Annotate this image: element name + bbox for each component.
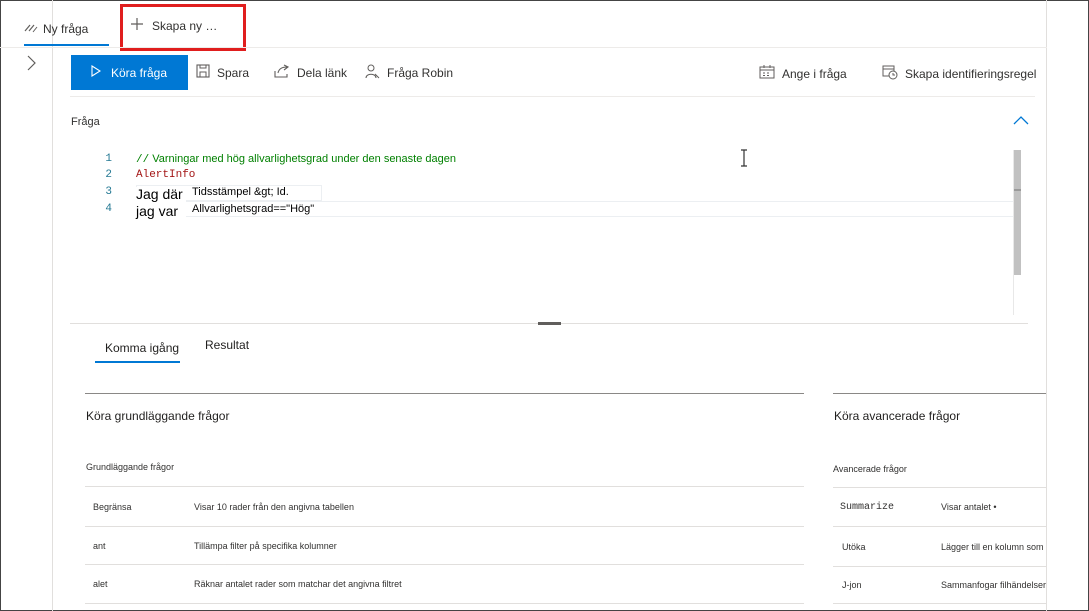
advanced-query-row[interactable]: J-jon Sammanfogar filhändelser och	[833, 566, 1046, 604]
person-icon	[365, 64, 380, 82]
advanced-queries-subtitle: Avancerade frågor	[833, 464, 907, 474]
text-cursor-icon	[739, 149, 749, 172]
advanced-query-op: Utöka	[842, 541, 866, 552]
advanced-query-row[interactable]: Utöka Lägger till en kolumn som cc	[833, 526, 1046, 566]
save-button[interactable]: Spara	[196, 55, 249, 90]
tab-new-query-label: Ny fråga	[43, 22, 89, 36]
code-line-comment[interactable]: // Varningar med hög allvarlighetsgrad u…	[136, 153, 456, 166]
tab-new-query[interactable]: Ny fråga	[24, 14, 88, 44]
basic-query-row[interactable]: alet Räknar antalet rader som matchar de…	[85, 564, 804, 604]
schedule-query-label: Ange i fråga	[782, 66, 847, 81]
advanced-query-desc: Visar antalet •	[941, 502, 997, 512]
plus-icon	[130, 17, 144, 34]
basic-query-desc: Räknar antalet rader som matchar det ang…	[194, 579, 402, 589]
editor-scrollbar-thumb[interactable]	[1014, 150, 1021, 275]
advanced-query-desc: Lägger till en kolumn som cc	[941, 541, 1046, 552]
create-new-tab-button[interactable]: Skapa ny …	[130, 17, 217, 34]
query-section-label: Fråga	[71, 116, 100, 128]
calendar-icon	[759, 65, 775, 82]
comment-text: Varningar med hög allvarlighetsgrad unde…	[149, 153, 456, 165]
collapse-chevron-up-icon[interactable]	[1013, 112, 1029, 130]
advanced-query-row[interactable]: Summarize Visar antalet •	[833, 487, 1046, 526]
share-icon	[274, 64, 290, 81]
run-query-button[interactable]: Köra fråga	[71, 55, 188, 90]
tab-get-started[interactable]: Komma igång	[105, 341, 179, 355]
active-tab-indicator	[24, 44, 109, 46]
advanced-queries-title: Köra avancerade frågor	[834, 409, 961, 423]
line-number: 1	[105, 153, 112, 165]
ask-robin-button[interactable]: Fråga Robin	[365, 55, 453, 90]
basic-query-op: alet	[93, 579, 108, 589]
query-tab-icon	[24, 22, 38, 36]
basic-query-desc: Visar 10 rader från den angivna tabellen	[194, 501, 354, 512]
active-result-tab-indicator	[95, 361, 180, 363]
advanced-query-op: Summarize	[840, 501, 895, 513]
calendar-clock-icon	[882, 65, 898, 83]
line-number: 4	[105, 203, 112, 215]
share-link-button[interactable]: Dela länk	[274, 55, 347, 90]
basic-query-op: ant	[93, 540, 106, 551]
play-icon	[91, 65, 102, 80]
right-rail-divider	[1046, 0, 1047, 611]
scrollbar-marker	[1014, 189, 1021, 191]
create-detection-rule-button[interactable]: Skapa identifieringsregel	[882, 56, 1036, 91]
tab-results[interactable]: Resultat	[205, 338, 249, 352]
basic-query-desc: Tillämpa filter på specifika kolumner	[194, 540, 337, 551]
line-number: 2	[105, 169, 112, 181]
ask-robin-label: Fråga Robin	[387, 65, 454, 80]
code-line-table[interactable]: AlertInfo	[136, 169, 195, 181]
share-link-label: Dela länk	[297, 65, 348, 80]
schedule-query-button[interactable]: Ange i fråga	[759, 56, 847, 91]
create-detection-rule-label: Skapa identifieringsregel	[905, 66, 1037, 81]
resize-splitter-handle[interactable]	[538, 322, 561, 325]
advanced-query-desc: Sammanfogar filhändelser och	[941, 580, 1046, 590]
basic-queries-title: Köra grundläggande frågor	[86, 409, 230, 423]
basic-panel-top-line	[85, 393, 804, 394]
toolbar-divider	[70, 96, 1035, 97]
basic-query-row[interactable]: ant Tillämpa filter på specifika kolumne…	[85, 526, 804, 564]
left-rail-divider	[52, 0, 53, 611]
code-line-filter[interactable]: Tidsstämpel &gt; Id.	[192, 186, 289, 198]
tab-bar-divider	[0, 47, 1047, 48]
run-query-label: Köra fråga	[111, 65, 168, 80]
save-icon	[196, 64, 210, 81]
comment-slashes: //	[136, 154, 150, 166]
advanced-query-op: J-jon	[842, 580, 862, 590]
save-label: Spara	[217, 65, 250, 80]
basic-queries-subtitle: Grundläggande frågor	[86, 462, 175, 472]
code-line-severity[interactable]: Allvarlighetsgrad=="Hög"	[192, 203, 314, 215]
code-keyword-where-2: jag var	[136, 204, 186, 219]
expand-panel-chevron-icon[interactable]	[25, 55, 37, 76]
basic-query-row[interactable]: Begränsa Visar 10 rader från den angivna…	[85, 486, 804, 526]
create-new-label: Skapa ny …	[152, 18, 218, 33]
code-keyword-where: Jag där	[136, 187, 186, 202]
line-number: 3	[105, 186, 112, 198]
advanced-panel-top-line	[833, 393, 1046, 394]
basic-query-op: Begränsa	[93, 501, 132, 512]
